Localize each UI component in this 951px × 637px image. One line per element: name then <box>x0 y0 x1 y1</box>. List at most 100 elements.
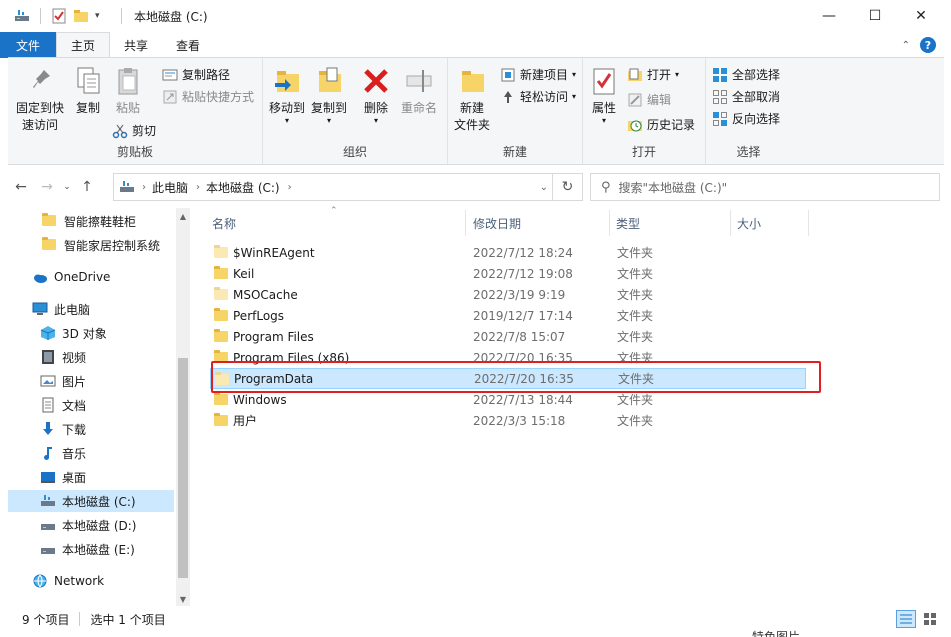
table-row[interactable]: PerfLogs 2019/12/7 17:14 文件夹 <box>210 305 806 326</box>
nav-item-local-disk-e[interactable]: 本地磁盘 (E:) <box>8 538 174 560</box>
nav-item-folder-1[interactable]: 智能擦鞋鞋柜 <box>8 210 174 232</box>
forward-arrow-icon[interactable]: → <box>34 179 60 195</box>
chevron-up-icon[interactable]: ⌃ <box>902 40 910 51</box>
select-none-icon <box>712 89 728 105</box>
nav-item-label: 图片 <box>62 374 87 389</box>
copy-path-button[interactable]: 复制路径 <box>162 66 230 83</box>
copy-to-button[interactable]: 复制到 ▾ <box>309 66 349 125</box>
file-type: 文件夹 <box>617 414 654 428</box>
breadcrumb-local-disk-c[interactable]: 本地磁盘 (C:) <box>206 179 280 196</box>
table-row[interactable]: Program Files 2022/7/8 15:07 文件夹 <box>210 326 806 347</box>
paste-button[interactable]: 粘贴 <box>110 66 146 117</box>
paste-shortcut-button[interactable]: 粘贴快捷方式 <box>162 88 254 105</box>
search-box[interactable]: ⚲ 搜索"本地磁盘 (C:)" <box>590 173 940 201</box>
table-row[interactable]: $WinREAgent 2022/7/12 18:24 文件夹 <box>210 242 806 263</box>
nav-item-desktop[interactable]: 桌面 <box>8 466 174 488</box>
chevron-down-icon[interactable]: ▾ <box>95 8 111 24</box>
pin-quick-access-button[interactable]: 固定到快 速访问 <box>12 66 68 134</box>
large-icons-view-icon[interactable] <box>920 610 940 628</box>
column-header-size[interactable]: 大小 <box>737 210 761 236</box>
nav-pane-scrollbar[interactable]: ▲ ▼ <box>176 208 190 606</box>
tab-view[interactable]: 查看 <box>162 32 214 58</box>
scrollbar-thumb[interactable] <box>178 358 188 578</box>
chevron-down-icon[interactable]: ⌄ <box>540 182 548 193</box>
chevron-right-icon[interactable]: › <box>142 182 146 193</box>
properties-check-icon[interactable] <box>51 8 67 24</box>
recent-chevron-icon[interactable]: ⌄ <box>60 182 74 192</box>
properties-button[interactable]: 属性 ▾ <box>587 66 621 125</box>
open-button[interactable]: 打开 ▾ <box>627 66 679 83</box>
file-type: 文件夹 <box>617 246 654 260</box>
tab-file[interactable]: 文件 <box>0 32 57 58</box>
navigation-row: ← → ⌄ ↑ › 此电脑 › 本地磁盘 (C:) › ⌄ ↻ ⚲ 搜索"本地磁… <box>8 170 944 204</box>
maximize-button[interactable]: ☐ <box>852 0 898 32</box>
scroll-down-icon[interactable]: ▼ <box>176 595 190 604</box>
cut-button[interactable]: 剪切 <box>112 122 156 139</box>
nav-item-videos[interactable]: 视频 <box>8 346 174 368</box>
paste-label: 粘贴 <box>115 101 140 115</box>
move-to-label: 移动到 <box>268 101 305 115</box>
back-arrow-icon[interactable]: ← <box>8 179 34 195</box>
nav-item-documents[interactable]: 文档 <box>8 394 174 416</box>
column-header-date[interactable]: 修改日期 <box>473 210 521 236</box>
select-none-button[interactable]: 全部取消 <box>712 88 780 105</box>
rename-button[interactable]: 重命名 <box>397 66 441 117</box>
nav-item-label: 智能擦鞋鞋柜 <box>64 214 137 229</box>
nav-item-local-disk-d[interactable]: 本地磁盘 (D:) <box>8 514 174 536</box>
table-row[interactable]: MSOCache 2022/3/19 9:19 文件夹 <box>210 284 806 305</box>
folder-icon <box>214 308 228 321</box>
history-button[interactable]: 历史记录 <box>627 116 695 133</box>
tab-share[interactable]: 共享 <box>110 32 162 58</box>
address-bar[interactable]: › 此电脑 › 本地磁盘 (C:) › ⌄ ↻ <box>113 173 583 201</box>
file-type: 文件夹 <box>617 393 654 407</box>
refresh-icon[interactable]: ↻ <box>552 174 582 200</box>
nav-item-pictures[interactable]: 图片 <box>8 370 174 392</box>
chevron-right-icon[interactable]: › <box>288 182 292 193</box>
nav-item-3d-objects[interactable]: 3D 对象 <box>8 322 174 344</box>
nav-item-label: 本地磁盘 (D:) <box>62 518 137 533</box>
nav-item-folder-2[interactable]: 智能家居控制系统 <box>8 234 174 256</box>
up-arrow-icon[interactable]: ↑ <box>74 179 100 195</box>
edit-button[interactable]: 编辑 <box>627 91 671 108</box>
help-icon[interactable]: ? <box>920 37 936 53</box>
file-type: 文件夹 <box>617 267 654 281</box>
nav-item-network[interactable]: Network <box>8 570 174 592</box>
minimize-button[interactable]: — <box>806 0 852 32</box>
new-folder-label-line1: 新建 <box>459 101 484 115</box>
table-row[interactable]: 用户 2022/3/3 15:18 文件夹 <box>210 410 806 431</box>
nav-item-this-pc[interactable]: 此电脑 <box>8 298 174 320</box>
select-all-button[interactable]: 全部选择 <box>712 66 780 83</box>
tab-home[interactable]: 主页 <box>56 32 111 58</box>
nav-item-local-disk-c[interactable]: 本地磁盘 (C:) <box>8 490 174 512</box>
drive-icon[interactable] <box>14 8 30 24</box>
nav-item-music[interactable]: 音乐 <box>8 442 174 464</box>
chevron-right-icon[interactable]: › <box>196 182 200 193</box>
organize-group-label: 组织 <box>342 145 367 159</box>
move-to-button[interactable]: 移动到 ▾ <box>267 66 307 125</box>
column-header-type[interactable]: 类型 <box>616 210 640 236</box>
new-item-button[interactable]: 新建项目 ▾ <box>500 66 576 83</box>
new-group: 新建 文件夹 新建项目 ▾ 轻松访问 ▾ 新建 <box>448 58 583 164</box>
column-header-name[interactable]: 名称 <box>212 210 236 236</box>
close-button[interactable]: ✕ <box>898 0 944 32</box>
nav-item-downloads[interactable]: 下载 <box>8 418 174 440</box>
invert-selection-button[interactable]: 反向选择 <box>712 110 780 127</box>
nav-item-label: 文档 <box>62 398 87 413</box>
scroll-up-icon[interactable]: ▲ <box>176 212 190 221</box>
details-view-icon[interactable] <box>896 610 916 628</box>
nav-item-onedrive[interactable]: OneDrive <box>8 266 174 288</box>
breadcrumb-this-pc[interactable]: 此电脑 <box>152 179 188 196</box>
new-folder-icon[interactable] <box>73 8 89 24</box>
delete-button[interactable]: 删除 ▾ <box>359 66 393 125</box>
cube-icon <box>40 325 56 341</box>
edit-icon <box>627 92 643 108</box>
folder-icon <box>214 266 228 279</box>
desktop-icon <box>40 469 56 485</box>
new-folder-button[interactable]: 新建 文件夹 <box>452 66 492 134</box>
file-list: ⌃ 名称 修改日期 类型 大小 $WinREAgent 2022/7/12 18… <box>200 206 944 606</box>
table-row[interactable]: Keil 2022/7/12 19:08 文件夹 <box>210 263 806 284</box>
divider <box>808 210 809 236</box>
copy-button[interactable]: 复制 <box>70 66 106 117</box>
easy-access-button[interactable]: 轻松访问 ▾ <box>500 88 576 105</box>
video-icon <box>40 349 56 365</box>
